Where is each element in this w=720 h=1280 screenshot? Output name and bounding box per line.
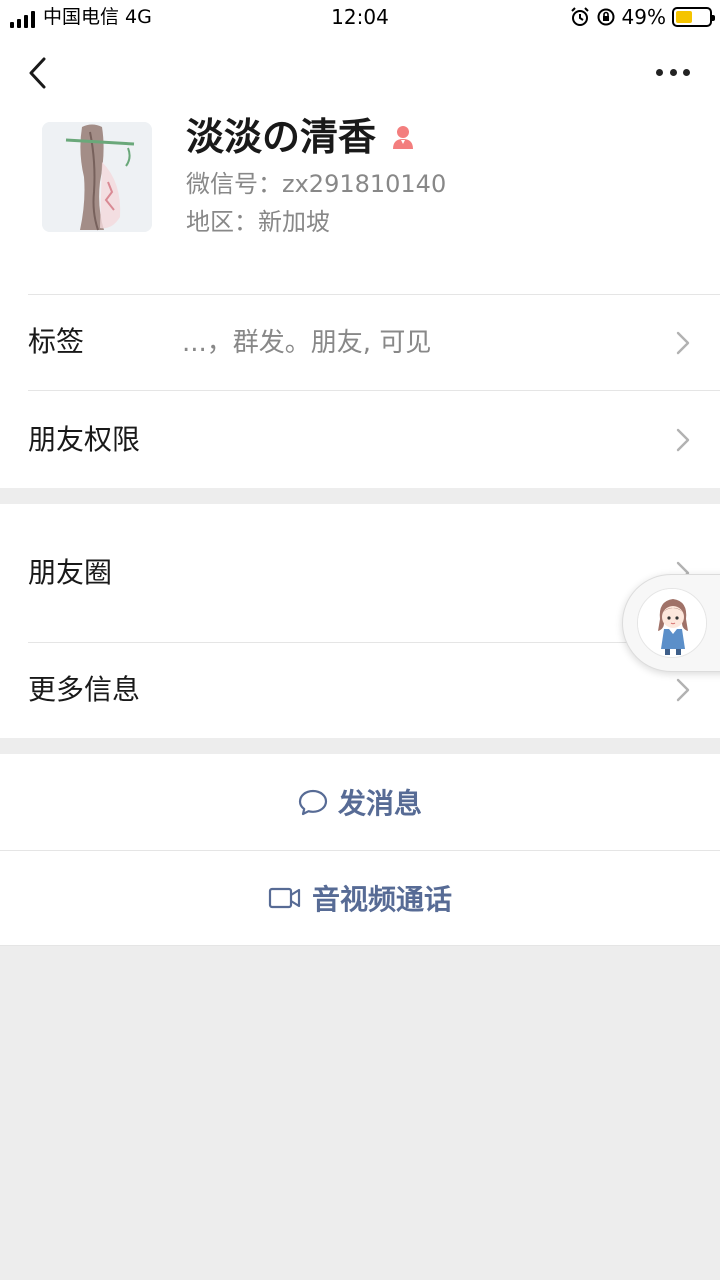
more-info-cell[interactable]: 更多信息 [0, 642, 720, 738]
chevron-right-icon [676, 331, 690, 355]
chevron-right-icon [676, 678, 690, 702]
avatar-illustration [42, 122, 152, 232]
action-section: 发消息 音视频通话 [0, 754, 720, 946]
status-bar: 中国电信 4G 12:04 49% [0, 0, 720, 36]
battery-fill [676, 11, 692, 23]
rotation-lock-icon [597, 8, 615, 26]
girl-avatar-icon [637, 588, 707, 658]
video-camera-icon [268, 887, 301, 909]
profile-name: 淡淡の清香 [186, 115, 377, 159]
friend-permissions-label: 朋友权限 [28, 423, 141, 456]
tags-cell[interactable]: 标签 ...，群发。朋友, 可见 [0, 294, 720, 390]
battery-percent: 49% [621, 5, 666, 29]
female-icon [393, 126, 414, 149]
av-call-button[interactable]: 音视频通话 [0, 850, 720, 946]
profile-card: 淡淡の清香 微信号：zx291810140 地区：新加坡 标签 ...，群发。朋… [0, 36, 720, 488]
avatar[interactable] [42, 122, 152, 232]
alarm-icon [570, 7, 589, 26]
av-call-label: 音视频通话 [311, 883, 452, 916]
region: 地区：新加坡 [186, 208, 330, 236]
chat-bubble-icon [298, 789, 328, 816]
floating-assistant-button[interactable] [622, 574, 720, 672]
more-info-label: 更多信息 [28, 673, 141, 706]
moments-cell[interactable]: 朋友圈 [0, 504, 720, 642]
wechat-id: 微信号：zx291810140 [186, 170, 447, 198]
status-right: 49% [570, 5, 715, 29]
tags-label: 标签 [28, 325, 85, 358]
chevron-right-icon [676, 428, 690, 452]
tags-value: ...，群发。朋友, 可见 [182, 328, 432, 358]
girl-illustration [638, 589, 706, 657]
send-message-button[interactable]: 发消息 [0, 754, 720, 850]
moments-label: 朋友圈 [28, 556, 113, 589]
battery-icon [672, 7, 715, 27]
send-message-label: 发消息 [337, 787, 422, 820]
name-row: 淡淡の清香 [186, 114, 416, 160]
back-icon[interactable] [26, 56, 52, 90]
divider [0, 945, 720, 946]
more-options-icon[interactable] [656, 66, 690, 78]
moments-section: 朋友圈 更多信息 [0, 504, 720, 738]
friend-permissions-cell[interactable]: 朋友权限 [0, 390, 720, 488]
